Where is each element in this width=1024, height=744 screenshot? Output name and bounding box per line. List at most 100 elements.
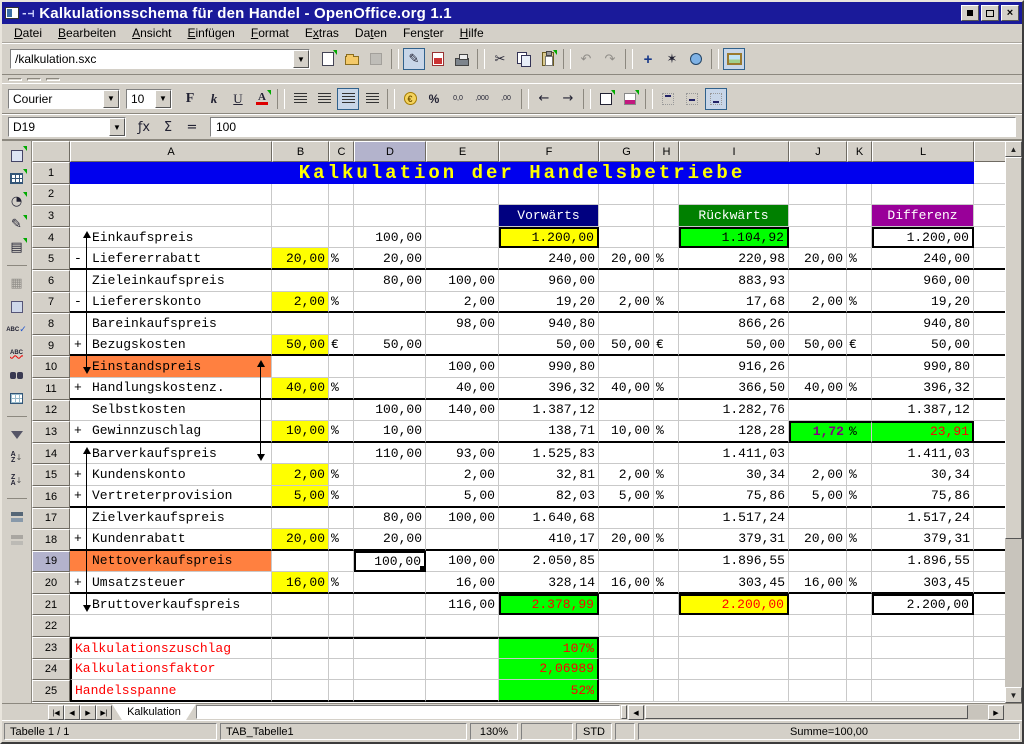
horizontal-scrollbar[interactable] (644, 705, 988, 719)
increase-indent-icon[interactable]: → (557, 88, 579, 110)
cell-D9[interactable]: 50,00 (354, 335, 426, 357)
cell-D20[interactable] (354, 572, 426, 594)
cell-D25[interactable] (354, 680, 426, 702)
status-insert-mode[interactable] (521, 723, 573, 740)
font-color-icon[interactable]: A (251, 88, 273, 110)
find-replace-icon[interactable] (5, 364, 29, 387)
cell-J2[interactable] (789, 184, 847, 206)
cell-I13[interactable]: 128,28 (679, 421, 789, 443)
cell-F13[interactable]: 138,71 (499, 421, 599, 443)
cell-F17[interactable]: 1.640,68 (499, 508, 599, 530)
cell-A6[interactable]: Zieleinkaufspreis (70, 270, 272, 292)
cell-B20[interactable]: 16,00 (272, 572, 329, 594)
cell-H24[interactable] (654, 659, 679, 681)
cell-I9[interactable]: 50,00 (679, 335, 789, 357)
cell-I4[interactable]: 1.104,92 (679, 227, 789, 249)
url-combo[interactable]: /kalkulation.sxc ▼ (10, 49, 310, 69)
font-name-combo[interactable]: Courier ▼ (8, 89, 120, 109)
cell-C19[interactable] (329, 551, 354, 573)
cell-G14[interactable] (599, 443, 654, 465)
cell-K15[interactable]: % (847, 464, 872, 486)
cell-E17[interactable]: 100,00 (426, 508, 499, 530)
cell-J23[interactable] (789, 637, 847, 659)
cell-K20[interactable]: % (847, 572, 872, 594)
cell-I16[interactable]: 75,86 (679, 486, 789, 508)
align-center-icon[interactable] (313, 88, 335, 110)
cell-C16[interactable]: % (329, 486, 354, 508)
hscroll-thumb[interactable] (645, 705, 968, 719)
cell-K21[interactable] (847, 594, 872, 616)
cell-J15[interactable]: 2,00 (789, 464, 847, 486)
cell-I3[interactable]: Rückwärts (679, 205, 789, 227)
cell-F4[interactable]: 1.200,00 (499, 227, 599, 249)
row-header-20[interactable]: 20 (32, 572, 70, 594)
cell-B11[interactable]: 40,00 (272, 378, 329, 400)
cell-J5[interactable]: 20,00 (789, 248, 847, 270)
vscroll-thumb[interactable] (1005, 157, 1022, 539)
cell-E22[interactable] (426, 615, 499, 637)
cell-C15[interactable]: % (329, 464, 354, 486)
column-header-H[interactable]: H (654, 141, 679, 162)
cell-D19[interactable]: 100,00 (354, 551, 426, 573)
align-bottom-icon[interactable] (705, 88, 727, 110)
cell-B19[interactable] (272, 551, 329, 573)
name-box[interactable]: D19 ▼ (8, 117, 126, 137)
cell-D5[interactable]: 20,00 (354, 248, 426, 270)
cell-J13[interactable]: 1,72 (789, 421, 847, 443)
cell-B18[interactable]: 20,00 (272, 529, 329, 551)
cell-H22[interactable] (654, 615, 679, 637)
font-size-combo[interactable]: 10 ▼ (126, 89, 172, 109)
cell-H5[interactable]: % (654, 248, 679, 270)
delete-decimal-icon[interactable]: ,00 (495, 88, 517, 110)
cell-D21[interactable] (354, 594, 426, 616)
restore-button[interactable] (981, 5, 999, 21)
cell-C6[interactable] (329, 270, 354, 292)
cell-G19[interactable] (599, 551, 654, 573)
cell-K4[interactable] (847, 227, 872, 249)
cell-G7[interactable]: 2,00 (599, 292, 654, 314)
scroll-down-icon[interactable]: ▼ (1005, 687, 1022, 703)
minimize-button[interactable] (961, 5, 979, 21)
cell-H25[interactable] (654, 680, 679, 702)
autospellcheck-icon[interactable]: ABC (5, 341, 29, 364)
cell-I8[interactable]: 866,26 (679, 313, 789, 335)
cell-K24[interactable] (847, 659, 872, 681)
autopilot-icon[interactable]: ✶ (661, 48, 683, 70)
cell-C14[interactable] (329, 443, 354, 465)
cell-K7[interactable]: % (847, 292, 872, 314)
cell-H2[interactable] (654, 184, 679, 206)
cell-C20[interactable]: % (329, 572, 354, 594)
menu-item-bearbeiten[interactable]: Bearbeiten (50, 25, 124, 41)
cell-D16[interactable] (354, 486, 426, 508)
cell-A22[interactable] (70, 615, 272, 637)
cell-K16[interactable]: % (847, 486, 872, 508)
menu-item-fenster[interactable]: Fenster (395, 25, 452, 41)
insert-cells-icon[interactable] (5, 167, 29, 190)
cell-E19[interactable]: 100,00 (426, 551, 499, 573)
cell-C2[interactable] (329, 184, 354, 206)
bold-icon[interactable]: F (179, 88, 201, 110)
row-header-23[interactable]: 23 (32, 637, 70, 659)
cell-A3[interactable] (70, 205, 272, 227)
cell-E15[interactable]: 2,00 (426, 464, 499, 486)
tab-splitter[interactable] (621, 705, 627, 719)
cell-C21[interactable] (329, 594, 354, 616)
sort-descending-icon[interactable]: ZA↓ (5, 469, 29, 492)
cell-C22[interactable] (329, 615, 354, 637)
cell-G25[interactable] (599, 680, 654, 702)
cell-L4[interactable]: 1.200,00 (872, 227, 974, 249)
cell-D11[interactable] (354, 378, 426, 400)
function-autopilot-icon[interactable]: ƒx (133, 116, 155, 138)
cell-F10[interactable]: 990,80 (499, 356, 599, 378)
export-pdf-icon[interactable] (427, 48, 449, 70)
cell-H15[interactable]: % (654, 464, 679, 486)
cell-B21[interactable] (272, 594, 329, 616)
row-header-3[interactable]: 3 (32, 205, 70, 227)
cell-A8[interactable]: Bareinkaufspreis (70, 313, 272, 335)
insert-object-icon[interactable]: ◔ (5, 190, 29, 213)
edit-file-icon[interactable]: ✎ (403, 48, 425, 70)
navigator-icon[interactable]: + (637, 48, 659, 70)
cell-K3[interactable] (847, 205, 872, 227)
vertical-scrollbar[interactable]: ▲ ▼ (1005, 141, 1022, 703)
cell-C8[interactable] (329, 313, 354, 335)
